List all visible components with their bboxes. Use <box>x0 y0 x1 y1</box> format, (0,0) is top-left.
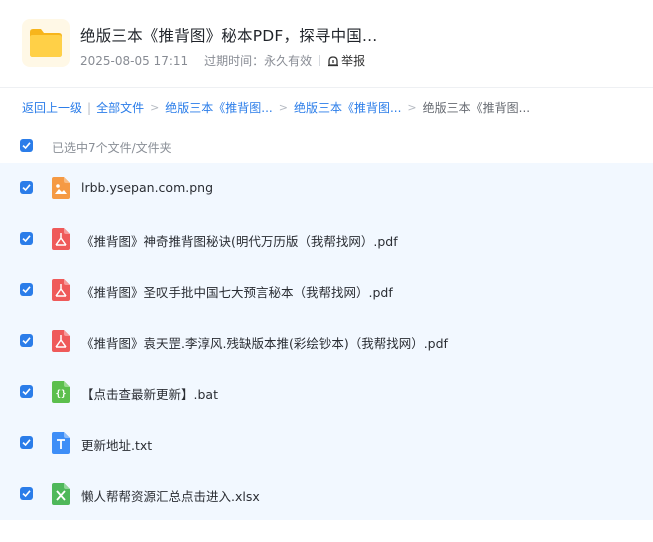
pdf-file-icon <box>52 330 70 352</box>
breadcrumb-arrow: > <box>278 101 288 114</box>
breadcrumb-back[interactable]: 返回上一级 <box>22 99 82 116</box>
file-name[interactable]: 更新地址.txt <box>81 435 152 454</box>
select-all-checkbox[interactable] <box>20 139 33 152</box>
file-name[interactable]: 懒人帮帮资源汇总点击进入.xlsx <box>81 486 260 505</box>
excel-file-icon <box>52 483 70 505</box>
file-checkbox[interactable] <box>20 181 33 194</box>
file-checkbox[interactable] <box>20 385 33 398</box>
report-label: 举报 <box>341 54 366 68</box>
breadcrumb-level1[interactable]: 绝版三本《推背图... <box>165 99 272 116</box>
code-file-icon: {} <box>52 381 70 403</box>
share-header: 绝版三本《推背图》秘本PDF，探寻中国... 2025-08-05 17:11 … <box>0 0 653 88</box>
svg-text:{}: {} <box>56 390 67 400</box>
file-name[interactable]: 《推背图》神奇推背图秘诀(明代万历版（我帮找网）.pdf <box>81 231 398 250</box>
file-name[interactable]: lrbb.ysepan.com.png <box>81 180 213 195</box>
file-row[interactable]: {} 【点击查最新更新】.bat <box>0 367 653 418</box>
report-icon <box>328 55 339 66</box>
breadcrumb-current: 绝版三本《推背图... <box>422 101 531 115</box>
report-button[interactable]: 举报 <box>327 52 365 69</box>
divider <box>319 55 321 66</box>
file-checkbox[interactable] <box>20 283 33 296</box>
check-icon <box>22 235 31 243</box>
file-list: lrbb.ysepan.com.png 《推背图》神奇推背图秘诀(明代万历版（我… <box>0 163 653 520</box>
file-row[interactable]: 《推背图》圣叹手批中国七大预言秘本（我帮找网）.pdf <box>0 265 653 316</box>
check-icon <box>22 142 31 150</box>
folder-icon <box>22 19 70 67</box>
breadcrumb-separator: | <box>87 100 92 115</box>
file-name[interactable]: 《推背图》圣叹手批中国七大预言秘本（我帮找网）.pdf <box>81 282 393 301</box>
breadcrumb: 返回上一级 | 全部文件 > 绝版三本《推背图... > 绝版三本《推背图...… <box>22 99 530 116</box>
check-icon <box>22 286 31 294</box>
file-checkbox[interactable] <box>20 436 33 449</box>
text-file-icon <box>52 432 70 454</box>
breadcrumb-level2[interactable]: 绝版三本《推背图... <box>294 99 401 116</box>
breadcrumb-arrow: > <box>150 101 160 114</box>
image-file-icon <box>52 177 70 199</box>
select-all-row: 已选中7个文件/文件夹 <box>0 131 653 163</box>
check-icon <box>22 490 31 498</box>
share-date: 2025-08-05 17:11 <box>80 53 189 68</box>
check-icon <box>22 337 31 345</box>
check-icon <box>22 439 31 447</box>
check-icon <box>22 388 31 396</box>
file-checkbox[interactable] <box>20 232 33 245</box>
share-meta: 2025-08-05 17:11 过期时间：永久有效 举报 <box>80 52 365 69</box>
pdf-file-icon <box>52 228 70 250</box>
share-title: 绝版三本《推背图》秘本PDF，探寻中国... <box>80 27 378 45</box>
file-checkbox[interactable] <box>20 334 33 347</box>
check-icon <box>22 184 31 192</box>
file-checkbox[interactable] <box>20 487 33 500</box>
file-row[interactable]: 《推背图》袁天罡.李淳风.残缺版本推(彩绘钞本)（我帮找网）.pdf <box>0 316 653 367</box>
file-row[interactable]: lrbb.ysepan.com.png <box>0 163 653 214</box>
breadcrumb-arrow: > <box>407 101 417 114</box>
file-row[interactable]: 更新地址.txt <box>0 418 653 469</box>
pdf-file-icon <box>52 279 70 301</box>
breadcrumb-all-files[interactable]: 全部文件 <box>96 99 144 116</box>
selection-count: 已选中7个文件/文件夹 <box>52 141 172 155</box>
file-name[interactable]: 《推背图》袁天罡.李淳风.残缺版本推(彩绘钞本)（我帮找网）.pdf <box>81 333 448 352</box>
file-name[interactable]: 【点击查最新更新】.bat <box>81 384 218 403</box>
file-row[interactable]: 懒人帮帮资源汇总点击进入.xlsx <box>0 469 653 520</box>
expire-info: 过期时间：永久有效 <box>204 54 313 68</box>
file-row[interactable]: 《推背图》神奇推背图秘诀(明代万历版（我帮找网）.pdf <box>0 214 653 265</box>
